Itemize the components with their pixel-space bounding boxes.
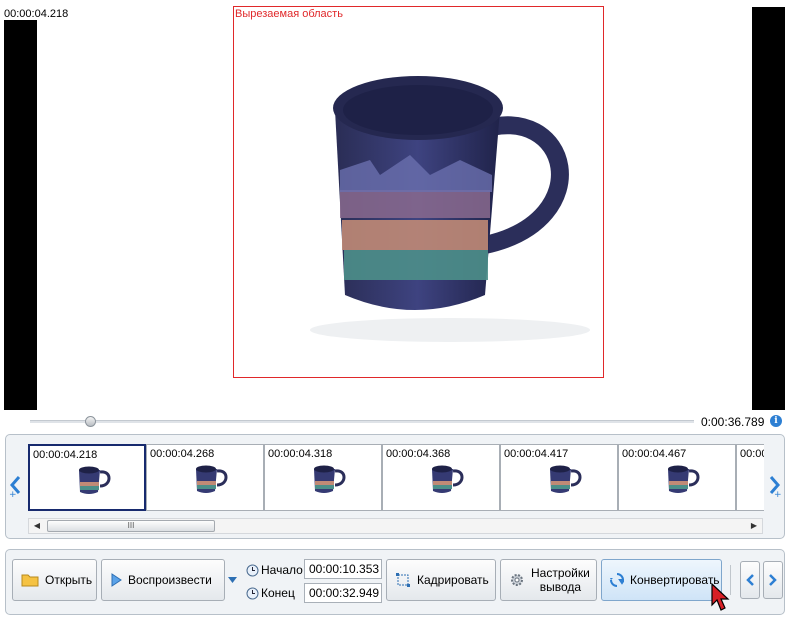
frame-time: 00:00:04.318 [268,448,333,460]
filmstrip-scrollbar[interactable]: ◀ III ▶ [28,518,763,534]
frame-thumb[interactable]: 00:00:04.218 [28,444,146,511]
frame-thumb[interactable]: 00:00:04.368 [382,444,500,511]
frame-thumb[interactable]: 00:00:04.517 [736,444,764,511]
frame-image [196,465,228,493]
frame-image [314,465,346,493]
seek-thumb[interactable] [84,416,96,427]
scroll-thumb[interactable]: III [47,520,215,532]
chevron-left-icon [746,574,754,586]
chevron-right-icon [769,574,777,586]
output-settings-label: Настройки вывода [531,566,590,594]
clock-icon [246,564,259,576]
start-label-group: Начало [246,560,303,580]
gear-icon [509,572,525,588]
end-label: Конец [261,586,295,600]
frame-time: 00:00:04.517 [740,448,764,460]
frame-time: 00:00:04.417 [504,448,569,460]
frame-time: 00:00:04.467 [622,448,687,460]
output-settings-button[interactable]: Настройки вывода [500,559,597,601]
end-time-field[interactable]: 00:00:32.949 [304,583,382,603]
add-right-icon[interactable]: + [766,473,782,497]
mouse-cursor-icon [711,583,730,611]
info-icon[interactable]: i [770,415,782,427]
current-time: 00:00:04.218 [4,8,69,20]
frame-list: 00:00:04.218 00:00:04.268 00:00:04.318 0… [28,444,764,514]
frame-time: 00:00:04.368 [386,448,451,460]
letterbox-right [752,7,785,410]
output-settings-label-line2: вывода [539,580,582,594]
play-button-label: Воспроизвести [128,573,212,587]
seek-bar[interactable] [30,420,694,423]
add-left-icon[interactable]: + [9,473,25,497]
frame-image [550,465,582,493]
start-time-field[interactable]: 00:00:10.353 [304,559,382,579]
video-preview[interactable]: 00:00:04.218 Вырезаемая область [0,0,790,410]
play-button[interactable]: Воспроизвести [101,559,225,601]
crop-button[interactable]: Кадрировать [386,559,496,601]
frame-thumb[interactable]: 00:00:04.467 [618,444,736,511]
crop-region[interactable] [233,6,604,378]
svg-text:+: + [9,490,17,497]
start-label: Начало [261,563,303,577]
frame-thumb[interactable]: 00:00:04.318 [264,444,382,511]
letterbox-left [4,20,37,410]
open-button-label: Открыть [45,573,93,587]
play-dropdown-arrow[interactable] [225,559,239,601]
convert-button-label: Конвертировать [630,573,720,587]
open-button[interactable]: Открыть [12,559,97,601]
app-window: 00:00:04.218 Вырезаемая область 0:00:36.… [0,0,790,619]
frame-time: 00:00:04.268 [150,448,215,460]
scroll-left-icon[interactable]: ◀ [29,519,45,533]
next-button[interactable] [763,561,783,599]
duration: 0:00:36.789 [701,415,765,429]
svg-text:+: + [774,490,782,497]
frame-time: 00:00:04.218 [33,449,98,461]
play-icon [110,573,122,587]
convert-button[interactable]: Конвертировать [601,559,722,601]
chevron-down-icon [227,577,237,583]
folder-icon [21,573,39,587]
crop-region-label: Вырезаемая область [235,8,343,20]
frame-thumb[interactable]: 00:00:04.268 [146,444,264,511]
frame-thumb[interactable]: 00:00:04.417 [500,444,618,511]
output-settings-label-line1: Настройки [531,566,590,580]
scroll-right-icon[interactable]: ▶ [746,519,762,533]
convert-icon [610,573,624,587]
prev-button[interactable] [740,561,760,599]
frame-image [432,465,464,493]
crop-button-label: Кадрировать [417,573,489,587]
frame-image [79,466,111,494]
crop-icon [395,572,411,588]
clock-icon [246,587,259,599]
end-label-group: Конец [246,583,295,603]
frame-image [668,465,700,493]
